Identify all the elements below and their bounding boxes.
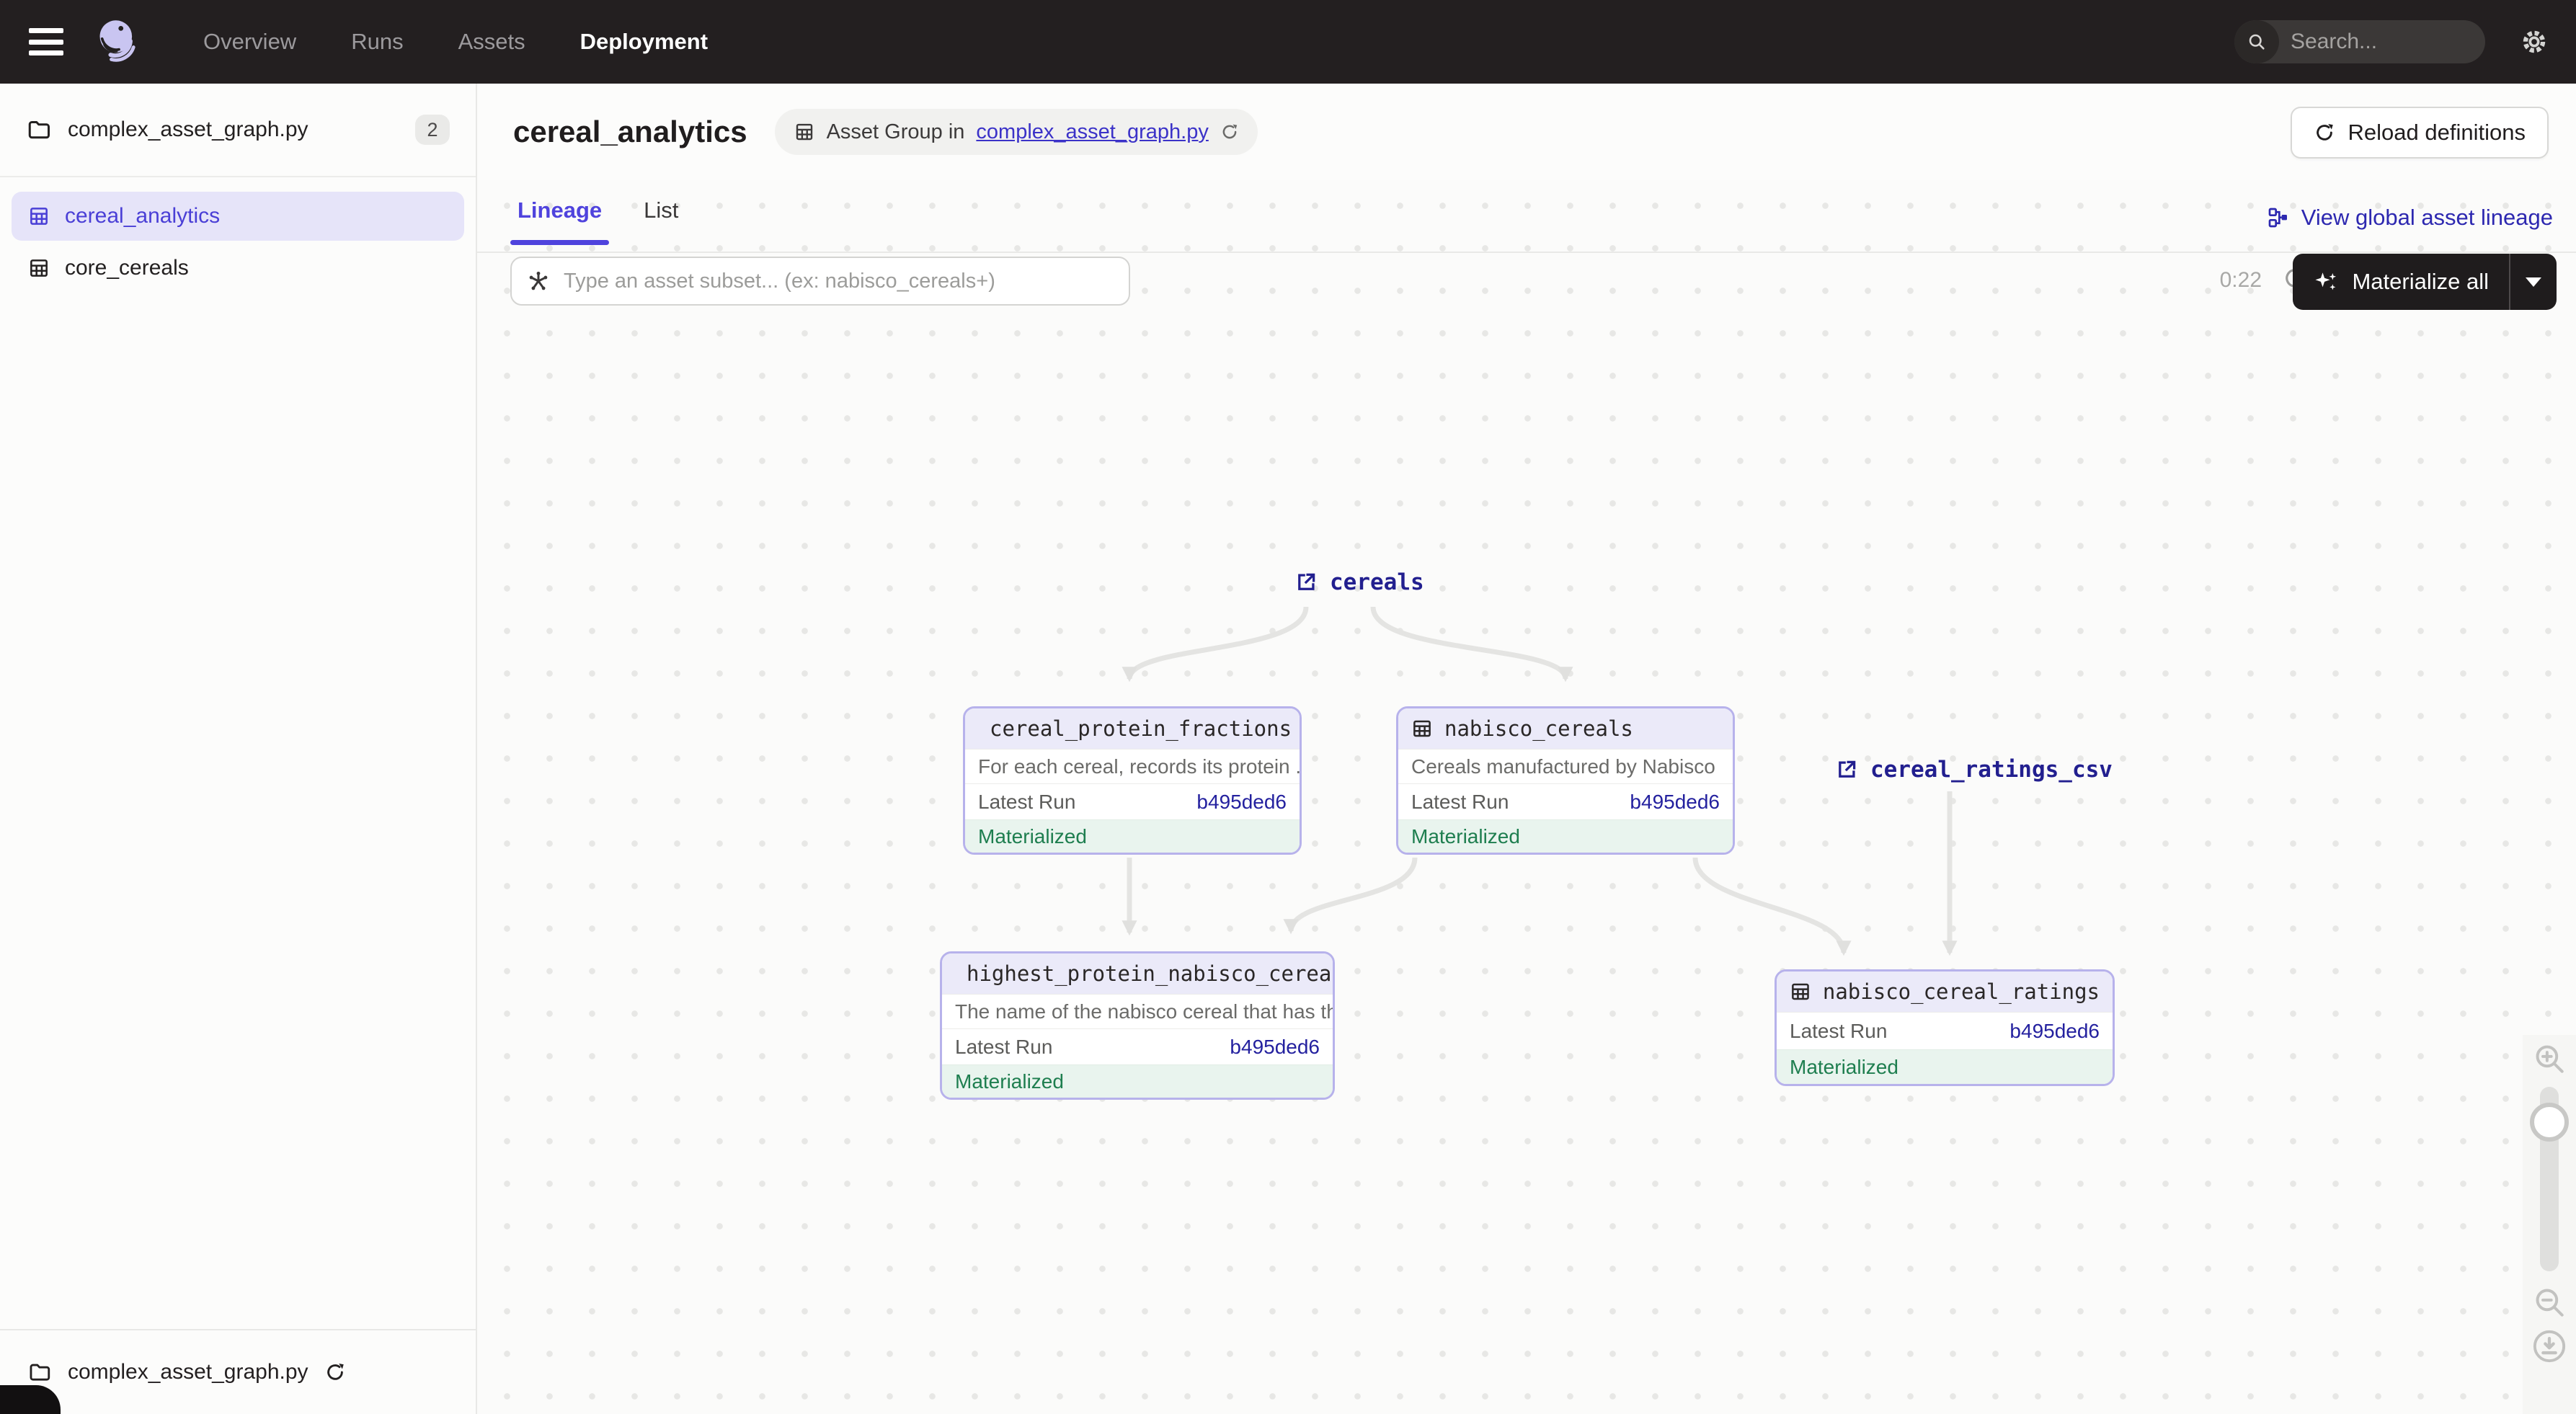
zoom-controls — [2523, 1035, 2576, 1414]
edge-cereals-to-protein — [1129, 607, 1306, 679]
sidebar-item-core-cereals[interactable]: core_cereals — [12, 244, 464, 293]
asset-group-icon — [27, 257, 50, 280]
asset-node-nabisco-cereal-ratings[interactable]: nabisco_cereal_ratings Latest Run b495de… — [1775, 969, 2115, 1086]
nav-item-runs[interactable]: Runs — [351, 29, 403, 55]
asset-name: nabisco_cereals — [1444, 716, 1633, 741]
table-icon — [1790, 981, 1811, 1002]
external-asset-cereal-ratings-csv[interactable]: cereal_ratings_csv — [1834, 757, 2113, 783]
search-input[interactable] — [2291, 30, 2485, 54]
materialized-status-badge: Materialized — [942, 1064, 1333, 1098]
run-id-link[interactable]: b495ded6 — [1630, 791, 1720, 814]
sidebar-item-cereal-analytics[interactable]: cereal_analytics — [12, 192, 464, 241]
latest-run-row: Latest Run b495ded6 — [1398, 783, 1733, 819]
main-content: cereal_analytics Asset Group in complex_… — [477, 84, 2576, 1414]
materialized-status-badge: Materialized — [965, 819, 1300, 853]
edge-nabisco-to-ratings — [1695, 858, 1844, 953]
top-navbar: Overview Runs Assets Deployment / — [0, 0, 2576, 84]
asset-name: highest_protein_nabisco_cereal — [967, 961, 1335, 986]
run-id-link[interactable]: b495ded6 — [1196, 791, 1287, 814]
group-count-badge: 2 — [415, 115, 450, 145]
sidebar-item-label: core_cereals — [65, 256, 189, 280]
asset-node-nabisco-cereals[interactable]: nabisco_cereals Cereals manufactured by … — [1396, 706, 1735, 855]
latest-run-label: Latest Run — [1790, 1020, 1887, 1043]
latest-run-row: Latest Run b495ded6 — [942, 1028, 1333, 1064]
sidebar: complex_asset_graph.py 2 cereal_analytic… — [0, 84, 477, 1414]
zoom-slider-handle[interactable] — [2530, 1103, 2569, 1142]
external-link-icon — [1294, 570, 1318, 595]
nav-item-assets[interactable]: Assets — [458, 29, 525, 55]
sidebar-footer: complex_asset_graph.py — [0, 1329, 476, 1414]
latest-run-label: Latest Run — [978, 791, 1075, 814]
sidebar-item-label: cereal_analytics — [65, 204, 220, 228]
asset-description: For each cereal, records its protein ... — [965, 749, 1300, 783]
nav-links: Overview Runs Assets Deployment — [203, 29, 708, 55]
external-link-icon — [1834, 757, 1859, 782]
latest-run-label: Latest Run — [955, 1036, 1052, 1059]
external-asset-label: cereal_ratings_csv — [1870, 757, 2113, 783]
latest-run-label: Latest Run — [1411, 791, 1509, 814]
global-search[interactable]: / — [2234, 20, 2485, 63]
run-id-link[interactable]: b495ded6 — [2009, 1020, 2100, 1043]
external-asset-cereals[interactable]: cereals — [1294, 569, 1424, 595]
edge-cereals-to-nabisco — [1373, 607, 1565, 679]
asset-name: cereal_protein_fractions — [990, 716, 1292, 741]
refresh-icon[interactable] — [324, 1361, 346, 1383]
search-icon — [2234, 20, 2279, 63]
nav-item-overview[interactable]: Overview — [203, 29, 296, 55]
asset-node-header: nabisco_cereals — [1398, 708, 1733, 749]
asset-node-highest-protein-nabisco-cereal[interactable]: highest_protein_nabisco_cereal The name … — [940, 951, 1335, 1100]
asset-node-header: highest_protein_nabisco_cereal — [942, 953, 1333, 994]
edge-nabisco-to-highest — [1291, 858, 1415, 931]
zoom-in-button[interactable] — [2531, 1041, 2567, 1077]
sidebar-code-location[interactable]: complex_asset_graph.py 2 — [0, 84, 476, 177]
hamburger-menu-icon[interactable] — [29, 28, 63, 55]
folder-icon — [26, 117, 52, 143]
gear-icon[interactable] — [2518, 26, 2550, 58]
zoom-out-button[interactable] — [2531, 1284, 2567, 1320]
footer-code-location-label: complex_asset_graph.py — [68, 1360, 308, 1384]
asset-node-cereal-protein-fractions[interactable]: cereal_protein_fractions For each cereal… — [963, 706, 1302, 855]
latest-run-row: Latest Run b495ded6 — [1777, 1012, 2113, 1049]
table-icon — [1411, 718, 1433, 739]
asset-group-list: cereal_analytics core_cereals — [0, 177, 476, 310]
run-id-link[interactable]: b495ded6 — [1230, 1036, 1320, 1059]
code-location-label: complex_asset_graph.py — [68, 117, 399, 142]
materialized-status-badge: Materialized — [1777, 1049, 2113, 1084]
asset-name: nabisco_cereal_ratings — [1823, 979, 2100, 1004]
asset-group-icon — [27, 205, 50, 228]
latest-run-row: Latest Run b495ded6 — [965, 783, 1300, 819]
dagster-logo-icon[interactable] — [94, 17, 143, 66]
download-image-button[interactable] — [2531, 1328, 2568, 1365]
asset-node-header: nabisco_cereal_ratings — [1777, 971, 2113, 1012]
asset-node-header: cereal_protein_fractions — [965, 708, 1300, 749]
asset-description: Cereals manufactured by Nabisco — [1398, 749, 1733, 783]
external-asset-label: cereals — [1330, 569, 1424, 595]
materialized-status-badge: Materialized — [1398, 819, 1733, 853]
nav-item-deployment[interactable]: Deployment — [580, 29, 708, 55]
asset-description: The name of the nabisco cereal that has … — [942, 994, 1333, 1028]
folder-icon — [27, 1360, 52, 1384]
